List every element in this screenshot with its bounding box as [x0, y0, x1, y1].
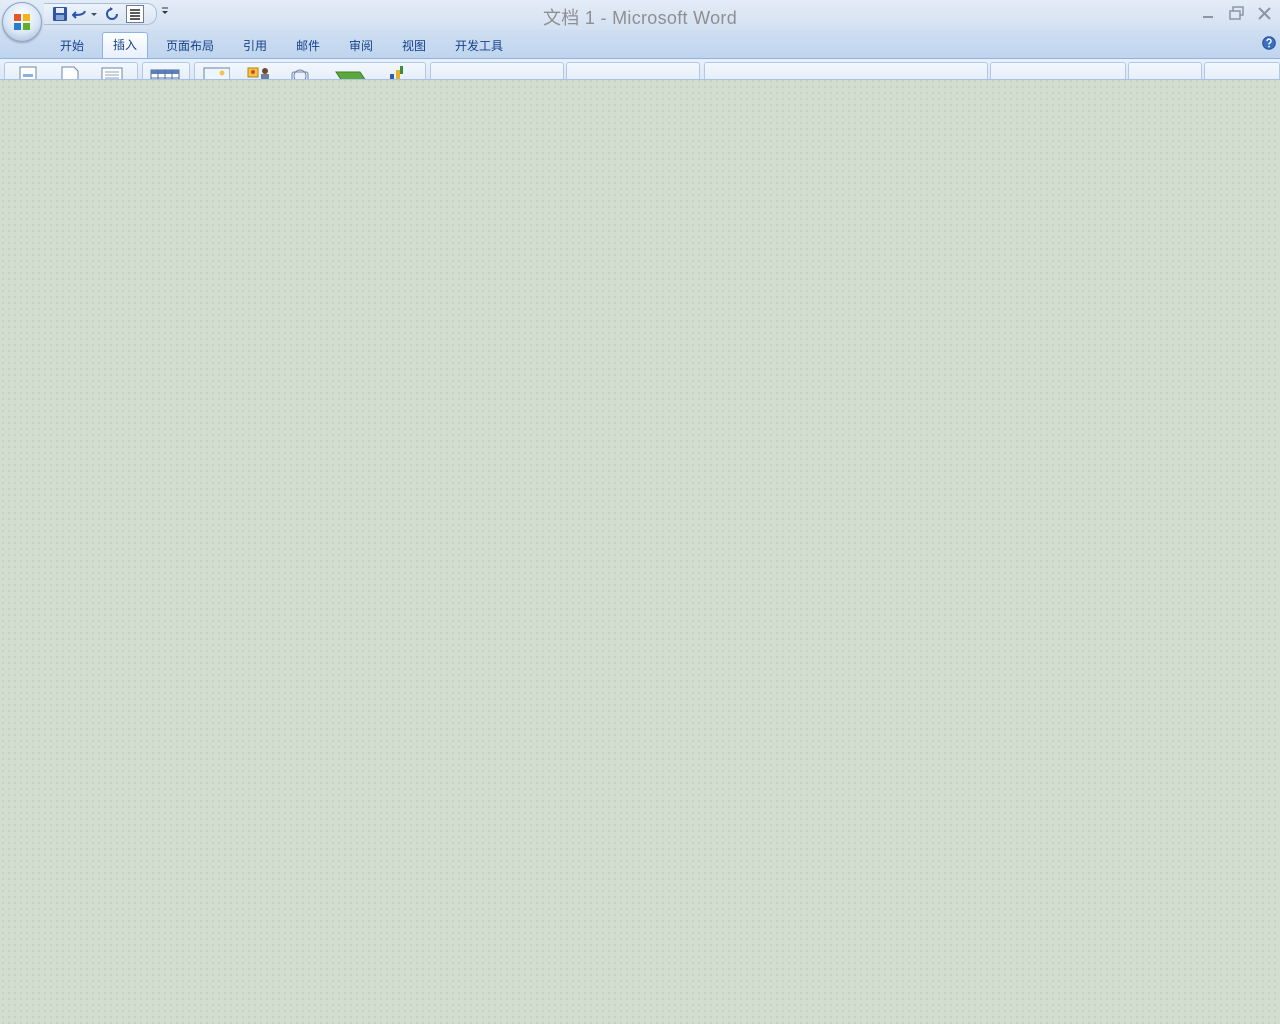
restore-icon[interactable]	[1228, 5, 1246, 23]
clip-art-icon[interactable]	[244, 64, 272, 80]
ribbon-group-special	[1128, 62, 1202, 79]
help-icon[interactable]	[1262, 36, 1276, 50]
cover-page-icon[interactable]	[14, 64, 42, 80]
tab-developer[interactable]: 开发工具	[455, 37, 503, 54]
tab-page-layout[interactable]: 页面布局	[166, 37, 214, 54]
document-workspace[interactable]	[0, 80, 1280, 1024]
ribbon-group-links	[430, 62, 564, 79]
ribbon-group-header-footer	[566, 62, 700, 79]
shapes-icon[interactable]	[286, 64, 314, 80]
ribbon-body	[0, 59, 1280, 80]
tab-references[interactable]: 引用	[243, 37, 267, 54]
blank-page-icon[interactable]	[56, 64, 84, 80]
smartart-icon[interactable]	[334, 64, 370, 80]
tab-insert[interactable]: 插入	[102, 32, 149, 58]
table-icon[interactable]	[150, 64, 180, 80]
picture-icon[interactable]	[202, 64, 230, 80]
ribbon-group-text	[704, 62, 988, 79]
tab-home[interactable]: 开始	[60, 37, 84, 54]
tab-mailings[interactable]: 邮件	[296, 37, 320, 54]
chart-icon[interactable]	[384, 64, 412, 80]
title-bar: 文档 1 - Microsoft Word	[0, 0, 1280, 30]
ribbon-group-symbols	[990, 62, 1126, 79]
ribbon-group-extra	[1204, 62, 1280, 79]
window-title: 文档 1 - Microsoft Word	[543, 8, 737, 28]
close-icon[interactable]	[1256, 5, 1274, 23]
office-button[interactable]	[2, 2, 42, 42]
office-logo-icon	[14, 14, 30, 30]
tab-review[interactable]: 审阅	[349, 37, 373, 54]
ribbon-tab-bar: 开始 插入 页面布局 引用 邮件 审阅 视图 开发工具	[0, 30, 1280, 59]
tab-view[interactable]: 视图	[402, 37, 426, 54]
minimize-icon[interactable]	[1200, 5, 1218, 23]
page-break-icon[interactable]	[98, 64, 126, 80]
